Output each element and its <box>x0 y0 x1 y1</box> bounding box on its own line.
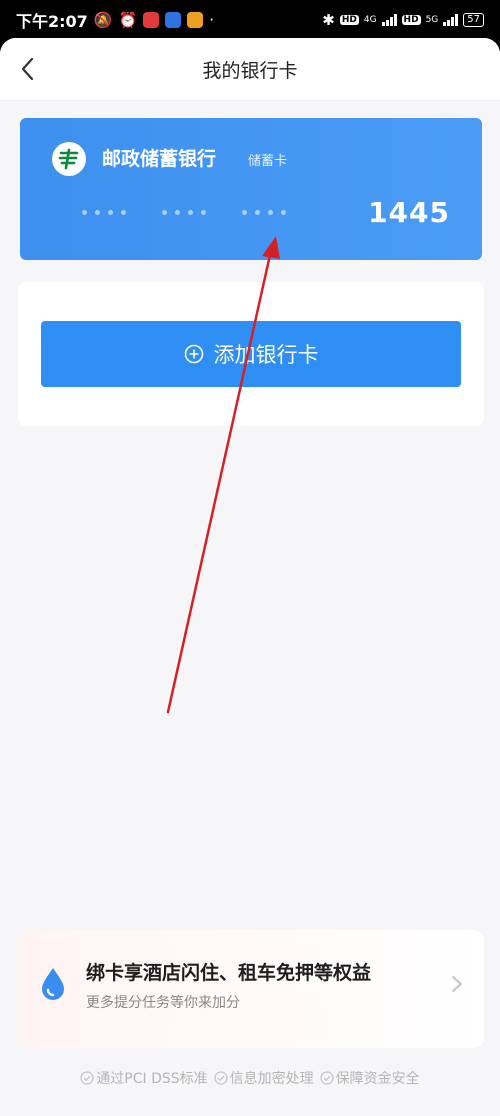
promo-subtitle: 更多提分任务等你来加分 <box>86 995 240 1011</box>
security-item: 通过PCI DSS标准 <box>80 1068 208 1088</box>
security-item: 信息加密处理 <box>214 1068 314 1088</box>
more-notifications-dot-icon: · <box>209 11 214 29</box>
check-circle-icon <box>80 1071 94 1085</box>
status-right: ✱ HD 4G HD 5G 57 <box>322 11 484 29</box>
security-item-text: 通过PCI DSS标准 <box>96 1071 208 1087</box>
security-item: 保障资金安全 <box>320 1068 420 1088</box>
app-notification-icon <box>187 12 204 28</box>
signal-strength-icon <box>381 14 397 26</box>
card-last4: 1445 <box>368 196 450 229</box>
check-circle-icon <box>214 1071 228 1085</box>
masked-digit-group <box>162 210 206 215</box>
alarm-icon: ⏰ <box>118 11 138 29</box>
hd-badge: HD <box>401 15 421 25</box>
masked-digit-group <box>82 210 126 215</box>
nav-bar: 我的银行卡 <box>0 38 500 101</box>
network-4g-label: 4G <box>363 15 377 25</box>
add-card-panel: 添加银行卡 <box>18 282 484 426</box>
bluetooth-icon: ✱ <box>322 11 335 29</box>
promo-title: 绑卡享酒店闪住、租车免押等权益 <box>86 962 372 984</box>
back-arrow-icon[interactable] <box>14 54 44 84</box>
chevron-right-icon <box>452 976 462 992</box>
status-bar: 下午2:07 🔕 ⏰ · ✱ HD 4G HD 5G 57 <box>0 0 500 40</box>
app-notification-icon <box>143 12 160 28</box>
network-5g-label: 5G <box>425 15 439 25</box>
security-item-text: 信息加密处理 <box>229 1071 314 1087</box>
bank-card[interactable]: 邮政储蓄银行 储蓄卡 1445 <box>20 118 482 260</box>
promo-banner[interactable]: 绑卡享酒店闪住、租车免押等权益 更多提分任务等你来加分 <box>18 930 484 1048</box>
status-time: 下午2:07 <box>16 12 88 31</box>
status-left: 下午2:07 🔕 ⏰ · <box>16 8 214 32</box>
card-type: 储蓄卡 <box>248 154 288 169</box>
masked-digit-group <box>242 210 286 215</box>
add-bank-card-button[interactable]: 添加银行卡 <box>41 321 461 387</box>
signal-strength-icon <box>443 14 459 26</box>
battery-icon: 57 <box>463 13 484 27</box>
postal-bank-logo-icon <box>52 142 86 176</box>
app-screen: 我的银行卡 邮政储蓄银行 储蓄卡 1445 添加银行卡 绑卡享酒店闪住、租车免押… <box>0 38 500 1116</box>
water-drop-icon <box>42 968 64 1000</box>
page-title: 我的银行卡 <box>202 59 298 82</box>
security-notes: 通过PCI DSS标准 信息加密处理 保障资金安全 <box>0 1068 500 1088</box>
security-item-text: 保障资金安全 <box>335 1071 420 1087</box>
bank-name: 邮政储蓄银行 <box>102 148 217 170</box>
hd-badge: HD <box>339 15 359 25</box>
mute-bell-icon: 🔕 <box>93 11 113 29</box>
add-bank-card-label: 添加银行卡 <box>213 343 319 367</box>
plus-circle-icon <box>184 344 203 364</box>
app-notification-icon <box>165 12 182 28</box>
masked-card-number <box>82 210 286 215</box>
check-circle-icon <box>320 1071 334 1085</box>
